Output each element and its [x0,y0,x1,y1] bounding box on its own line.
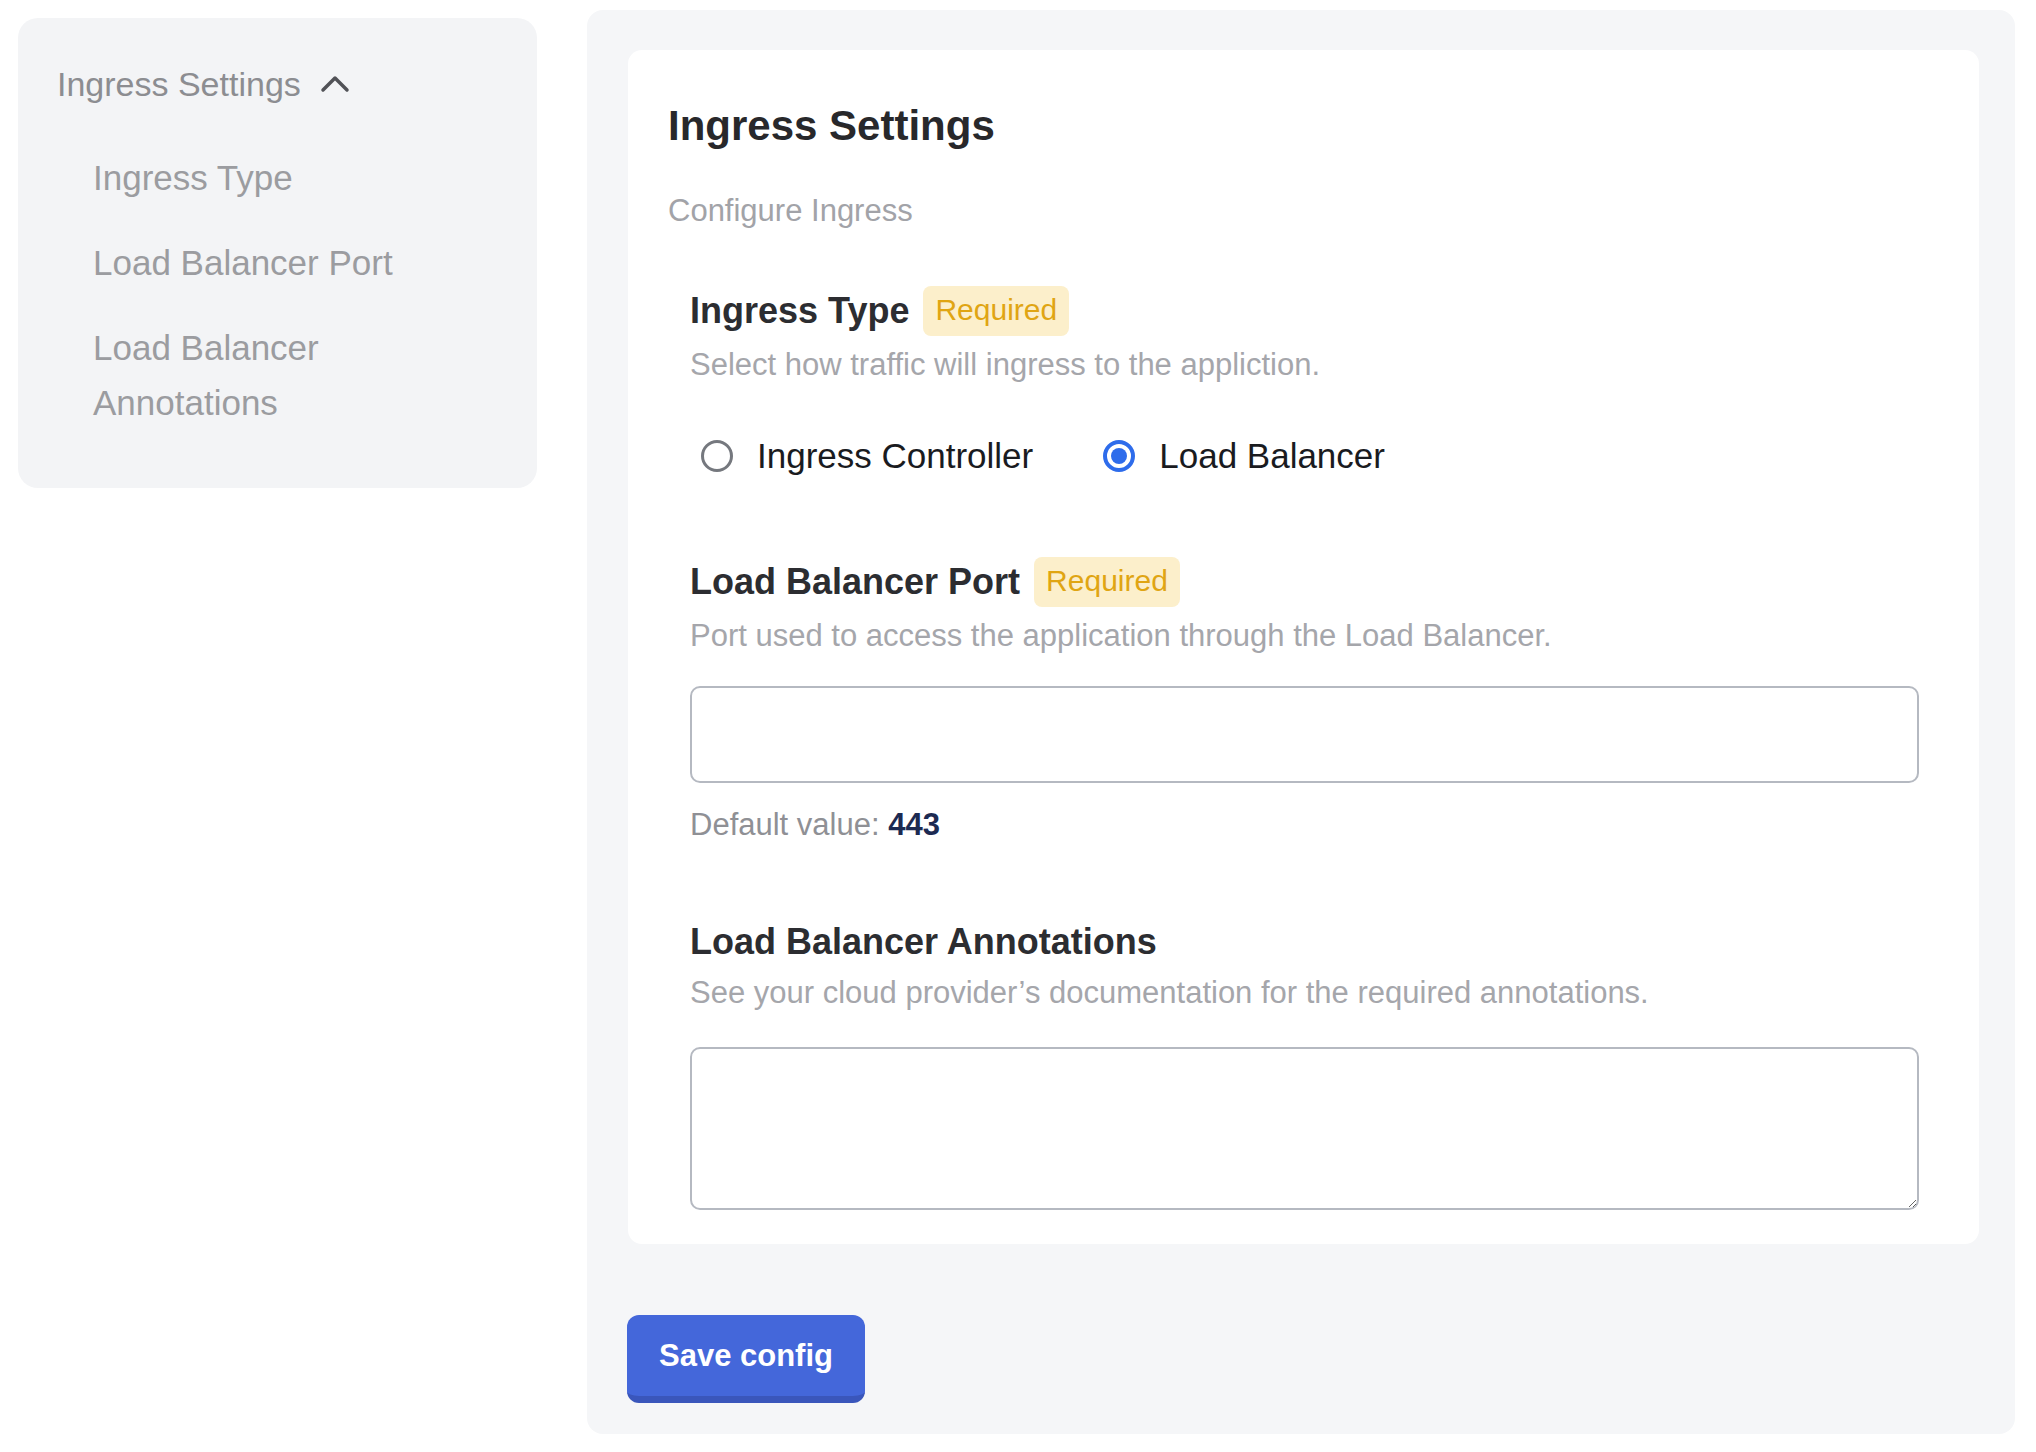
field-ingress-type: Ingress Type Required Select how traffic… [690,286,1939,478]
ingress-type-label: Ingress Type [690,289,909,333]
required-badge: Required [1034,557,1180,607]
load-balancer-annotations-textarea[interactable] [690,1047,1919,1210]
sidebar-items: Ingress Type Load Balancer Port Load Bal… [57,150,497,430]
radio-label: Ingress Controller [757,434,1033,478]
ingress-settings-card: Ingress Settings Configure Ingress Ingre… [628,50,1979,1244]
settings-sidebar: Ingress Settings Ingress Type Load Balan… [18,18,537,488]
sidebar-item-load-balancer-port[interactable]: Load Balancer Port [93,235,433,290]
radio-option-ingress-controller[interactable]: Ingress Controller [701,434,1033,478]
sidebar-group-ingress-settings[interactable]: Ingress Settings [57,64,497,104]
load-balancer-port-description: Port used to access the application thro… [690,617,1939,655]
radio-option-load-balancer[interactable]: Load Balancer [1103,434,1385,478]
chevron-up-icon [319,73,351,95]
radio-label: Load Balancer [1159,434,1385,478]
load-balancer-port-input[interactable] [690,686,1919,783]
default-value: 443 [888,807,940,842]
field-load-balancer-annotations: Load Balancer Annotations See your cloud… [690,920,1939,1210]
load-balancer-annotations-label: Load Balancer Annotations [690,920,1157,964]
default-value-row: Default value: 443 [690,806,1939,844]
default-value-label: Default value: [690,807,880,842]
field-load-balancer-port: Load Balancer Port Required Port used to… [690,557,1939,844]
load-balancer-annotations-description: See your cloud provider’s documentation … [690,974,1939,1012]
ingress-type-description: Select how traffic will ingress to the a… [690,346,1939,384]
radio-ingress-controller[interactable] [701,440,733,472]
sidebar-item-ingress-type[interactable]: Ingress Type [93,150,433,205]
load-balancer-port-label: Load Balancer Port [690,560,1020,604]
card-subtitle: Configure Ingress [668,192,1939,230]
required-badge: Required [923,286,1069,336]
ingress-type-radio-group: Ingress Controller Load Balancer [690,434,1939,478]
save-config-button[interactable]: Save config [627,1315,865,1403]
sidebar-item-load-balancer-annotations[interactable]: Load Balancer Annotations [93,320,433,430]
radio-load-balancer[interactable] [1103,440,1135,472]
card-title: Ingress Settings [668,102,1939,150]
sidebar-group-label: Ingress Settings [57,64,301,104]
